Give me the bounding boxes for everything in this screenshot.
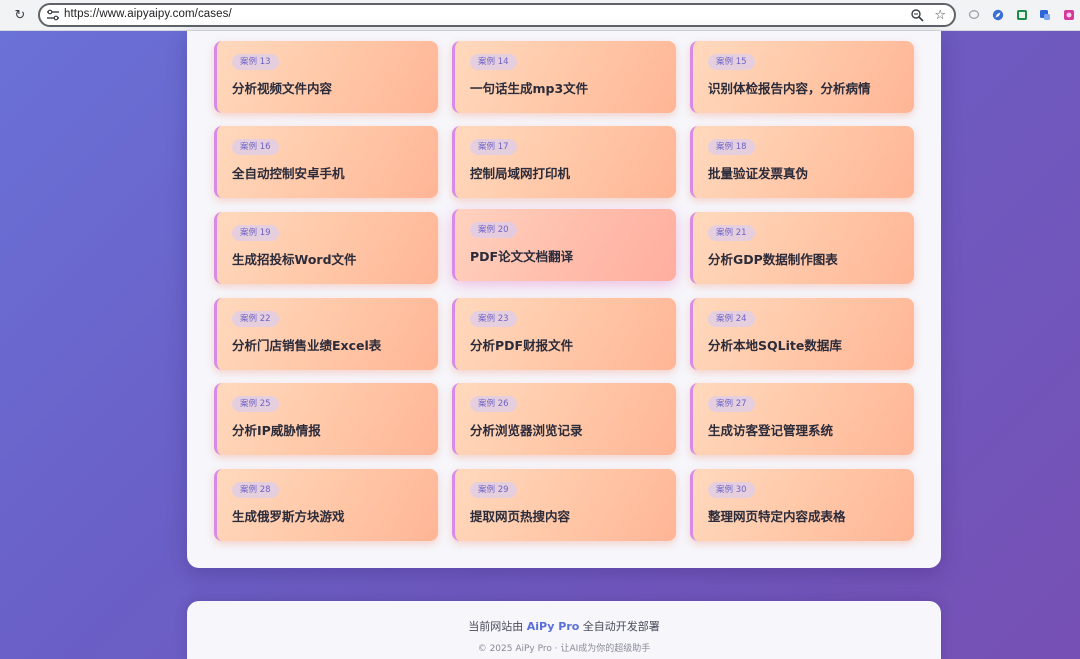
- case-number-badge: 案例 17: [470, 139, 517, 155]
- case-number-badge: 案例 13: [232, 54, 279, 70]
- case-title[interactable]: 提取网页热搜内容: [470, 506, 668, 525]
- case-title[interactable]: 分析GDP数据制作图表: [708, 249, 906, 268]
- case-card[interactable]: 案例 26 分析浏览器浏览记录: [452, 383, 676, 455]
- case-title[interactable]: 分析浏览器浏览记录: [470, 420, 668, 439]
- case-number-badge: 案例 20: [470, 222, 517, 238]
- translate-extension-icon[interactable]: [1039, 9, 1051, 21]
- case-number-badge: 案例 30: [708, 482, 755, 498]
- bookmark-star-icon[interactable]: ☆: [934, 7, 946, 23]
- case-card[interactable]: 案例 29 提取网页热搜内容: [452, 469, 676, 541]
- case-card[interactable]: 案例 13 分析视频文件内容: [214, 41, 438, 113]
- case-number-badge: 案例 14: [470, 54, 517, 70]
- case-number-badge: 案例 22: [232, 311, 279, 327]
- browser-toolbar: ↻ https://www.aipyaipy.com/cases/ ☆: [0, 0, 1080, 31]
- case-card[interactable]: 案例 18 批量验证发票真伪: [690, 126, 914, 198]
- case-card[interactable]: 案例 24 分析本地SQLite数据库: [690, 298, 914, 370]
- case-card[interactable]: 案例 22 分析门店销售业绩Excel表: [214, 298, 438, 370]
- case-number-badge: 案例 25: [232, 396, 279, 412]
- case-title[interactable]: 控制局域网打印机: [470, 163, 668, 182]
- case-card[interactable]: 案例 28 生成俄罗斯方块游戏: [214, 469, 438, 541]
- case-number-badge: 案例 19: [232, 225, 279, 241]
- case-number-badge: 案例 23: [470, 311, 517, 327]
- case-card[interactable]: 案例 23 分析PDF财报文件: [452, 298, 676, 370]
- footer-credit: 当前网站由 AiPy Pro 全自动开发部署: [187, 618, 941, 634]
- case-card[interactable]: 案例 21 分析GDP数据制作图表: [690, 212, 914, 284]
- case-title[interactable]: 生成招投标Word文件: [232, 249, 430, 268]
- case-number-badge: 案例 15: [708, 54, 755, 70]
- chat-extension-icon[interactable]: [968, 9, 980, 21]
- case-title[interactable]: 识别体检报告内容，分析病情: [708, 78, 906, 97]
- address-bar[interactable]: https://www.aipyaipy.com/cases/ ☆: [38, 3, 956, 27]
- sheet-extension-icon[interactable]: [1016, 9, 1028, 21]
- pink-extension-icon[interactable]: [1063, 9, 1075, 21]
- case-title[interactable]: 整理网页特定内容成表格: [708, 506, 906, 525]
- case-card[interactable]: 案例 16 全自动控制安卓手机: [214, 126, 438, 198]
- case-title[interactable]: 生成访客登记管理系统: [708, 420, 906, 439]
- case-number-badge: 案例 21: [708, 225, 755, 241]
- footer-copyright: © 2025 AiPy Pro · 让AI成为你的超级助手: [477, 644, 651, 654]
- case-card[interactable]: 案例 30 整理网页特定内容成表格: [690, 469, 914, 541]
- case-number-badge: 案例 28: [232, 482, 279, 498]
- case-title[interactable]: 分析PDF财报文件: [470, 335, 668, 354]
- footer-brand-link[interactable]: AiPy Pro: [527, 620, 580, 633]
- case-title[interactable]: 分析IP威胁情报: [232, 420, 430, 439]
- case-title[interactable]: PDF论文文档翻译: [470, 246, 668, 265]
- url-text[interactable]: https://www.aipyaipy.com/cases/: [64, 8, 232, 20]
- case-title[interactable]: 分析门店销售业绩Excel表: [232, 335, 430, 354]
- footer-suffix: 全自动开发部署: [582, 620, 660, 633]
- case-title[interactable]: 全自动控制安卓手机: [232, 163, 430, 182]
- case-title[interactable]: 分析视频文件内容: [232, 78, 430, 97]
- case-card[interactable]: 案例 17 控制局域网打印机: [452, 126, 676, 198]
- case-card[interactable]: 案例 14 一句话生成mp3文件: [452, 41, 676, 113]
- reload-icon[interactable]: ↻: [13, 8, 27, 22]
- case-title[interactable]: 分析本地SQLite数据库: [708, 335, 906, 354]
- case-card[interactable]: 案例 15 识别体检报告内容，分析病情: [690, 41, 914, 113]
- case-title[interactable]: 一句话生成mp3文件: [470, 78, 668, 97]
- footer-prefix: 当前网站由: [468, 620, 524, 633]
- case-title[interactable]: 批量验证发票真伪: [708, 163, 906, 182]
- case-number-badge: 案例 27: [708, 396, 755, 412]
- cases-panel: 案例 13 分析视频文件内容 案例 14 一句话生成mp3文件 案例 15 识别体检报告内…: [187, 31, 941, 568]
- case-number-badge: 案例 29: [470, 482, 517, 498]
- case-number-badge: 案例 24: [708, 311, 755, 327]
- compass-extension-icon[interactable]: [992, 9, 1004, 21]
- case-card[interactable]: 案例 20 PDF论文文档翻译: [452, 209, 676, 281]
- case-card[interactable]: 案例 27 生成访客登记管理系统: [690, 383, 914, 455]
- case-number-badge: 案例 18: [708, 139, 755, 155]
- case-title[interactable]: 生成俄罗斯方块游戏: [232, 506, 430, 525]
- case-number-badge: 案例 16: [232, 139, 279, 155]
- site-info-icon[interactable]: [46, 9, 60, 21]
- zoom-icon[interactable]: [910, 8, 924, 22]
- case-number-badge: 案例 26: [470, 396, 517, 412]
- case-card[interactable]: 案例 19 生成招投标Word文件: [214, 212, 438, 284]
- case-card[interactable]: 案例 25 分析IP威胁情报: [214, 383, 438, 455]
- site-footer: 当前网站由 AiPy Pro 全自动开发部署 © 2025 AiPy Pro ·…: [187, 601, 941, 659]
